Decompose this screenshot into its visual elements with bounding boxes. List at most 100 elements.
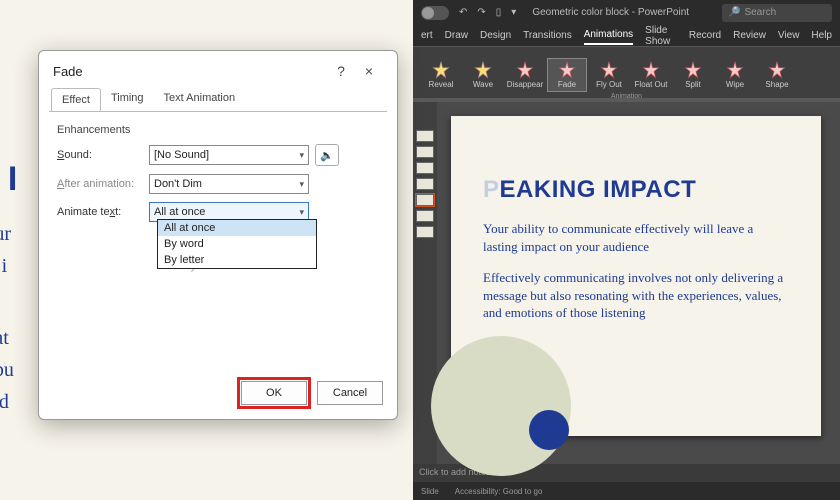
anim-fade[interactable]: Fade [547,58,587,92]
star-icon [726,61,744,79]
slide-thumbnail[interactable] [416,146,434,158]
preview-sound-button[interactable]: 🔈 [315,144,339,166]
title-bar: ↶ ↷ ▯ ▾ Geometric color block - PowerPoi… [413,0,840,25]
sound-value: [No Sound] [154,149,209,161]
slide-body-2[interactable]: Effectively communicating involves not o… [483,269,789,322]
dialog-title: Fade [53,64,83,79]
anim-shape[interactable]: Shape [757,59,797,91]
window-title: Geometric color block - PowerPoint [532,7,689,18]
anim-label: Wave [473,80,493,89]
dialog-tab-text-animation[interactable]: Text Animation [154,87,246,111]
animate-text-value: All at once [154,206,205,218]
anim-reveal[interactable]: Reveal [421,59,461,91]
undo-icon[interactable]: ↶ [459,7,467,18]
star-icon [768,61,786,79]
status-accessibility: Accessibility: Good to go [455,487,543,496]
anim-wipe[interactable]: Wipe [715,59,755,91]
anim-label: Split [685,80,701,89]
status-bar: Slide Accessibility: Good to go [413,482,840,500]
cancel-button[interactable]: Cancel [317,381,383,405]
star-icon [642,61,660,79]
fade-effect-dialog: Fade ? × Effect Timing Text Animation En… [38,50,398,420]
slide-thumbnail[interactable] [416,210,434,222]
star-icon [600,61,618,79]
search-icon: 🔎 [728,7,740,18]
help-button[interactable]: ? [327,63,355,79]
anim-floatout[interactable]: Float Out [631,59,671,91]
dialog-body: Enhancements Sound: [No Sound] ▾ 🔈 After… [49,111,387,369]
tab-transitions[interactable]: Transitions [523,27,572,44]
slide-canvas-area[interactable]: PEAKING IMPACT Your ability to communica… [437,102,840,464]
dialog-tab-timing[interactable]: Timing [101,87,154,111]
slideshow-icon[interactable]: ▯ [496,7,502,18]
anim-flyout[interactable]: Fly Out [589,59,629,91]
slide-body-1[interactable]: Your ability to communicate effectively … [483,220,789,255]
sound-combo[interactable]: [No Sound] ▾ [149,145,309,165]
tab-design[interactable]: Design [480,27,511,44]
anim-label: Shape [765,80,788,89]
ok-button[interactable]: OK [241,381,307,405]
anim-label: Reveal [429,80,454,89]
tab-insert[interactable]: ert [421,27,433,44]
slide-thumbnail[interactable] [416,130,434,142]
anim-label: Float Out [635,80,668,89]
after-animation-combo[interactable]: Don't Dim ▾ [149,174,309,194]
slide-title-text: EAKING IMPACT [500,176,697,203]
slide-title-fading-char: P [483,176,500,203]
close-button[interactable]: × [355,63,383,79]
decor-circle-icon [431,336,571,476]
dialog-titlebar[interactable]: Fade ? × [39,51,397,87]
tab-animations[interactable]: Animations [584,26,633,45]
redo-icon[interactable]: ↷ [477,7,485,18]
option-by-letter[interactable]: By letter [158,252,316,268]
anim-label: Wipe [726,80,744,89]
tab-draw[interactable]: Draw [445,27,468,44]
tab-help[interactable]: Help [811,27,832,44]
anim-label: Disappear [507,80,543,89]
option-by-word[interactable]: By word [158,236,316,252]
editor-area: PEAKING IMPACT Your ability to communica… [413,102,840,464]
animation-ribbon: Reveal Wave Disappear Fade Fly Out Float… [413,47,840,102]
bg-slide-title-fragment: G I [0,160,18,199]
after-animation-value: Don't Dim [154,178,202,190]
star-icon [516,61,534,79]
tab-record[interactable]: Record [689,27,721,44]
anim-label: Fade [558,80,576,89]
option-all-at-once[interactable]: All at once [158,220,316,236]
chevron-down-icon: ▾ [299,179,304,190]
row-after-animation: After animation: Don't Dim ▾ [57,174,379,194]
dialog-tab-effect[interactable]: Effect [51,88,101,112]
anim-disappear[interactable]: Disappear [505,59,545,91]
search-box[interactable]: 🔎 Search [722,4,832,22]
dropdown-icon[interactable]: ▾ [511,7,516,18]
search-placeholder: Search [744,7,776,18]
dialog-buttons: OK Cancel [39,369,397,419]
anim-split[interactable]: Split [673,59,713,91]
anim-wave[interactable]: Wave [463,59,503,91]
slide-canvas[interactable]: PEAKING IMPACT Your ability to communica… [451,116,821,436]
bg-slide-body-fragments: amur our i nicat ge bu , and [0,218,14,418]
animate-text-dropdown[interactable]: All at once By word By letter [157,219,317,269]
anim-label: Fly Out [596,80,622,89]
label-animate-text: Animate text: [57,206,149,218]
autosave-toggle-icon[interactable] [421,6,449,20]
tab-slideshow[interactable]: Slide Show [645,22,677,50]
tab-view[interactable]: View [778,27,800,44]
label-after-animation: After animation: [57,178,149,190]
group-enhancements: Enhancements [57,124,379,136]
label-sound: Sound: [57,149,149,161]
powerpoint-window: ↶ ↷ ▯ ▾ Geometric color block - PowerPoi… [413,0,840,500]
star-icon [432,61,450,79]
star-icon [684,61,702,79]
slide-thumbnail[interactable] [416,162,434,174]
row-sound: Sound: [No Sound] ▾ 🔈 [57,144,379,166]
slide-thumbnail[interactable] [416,226,434,238]
speaker-icon: 🔈 [320,149,334,162]
tab-review[interactable]: Review [733,27,766,44]
star-icon [558,61,576,79]
slide-thumbnail[interactable] [416,194,434,206]
star-icon [474,61,492,79]
slide-thumbnail[interactable] [416,178,434,190]
chevron-down-icon: ▾ [299,150,304,161]
slide-title[interactable]: PEAKING IMPACT [483,176,789,204]
